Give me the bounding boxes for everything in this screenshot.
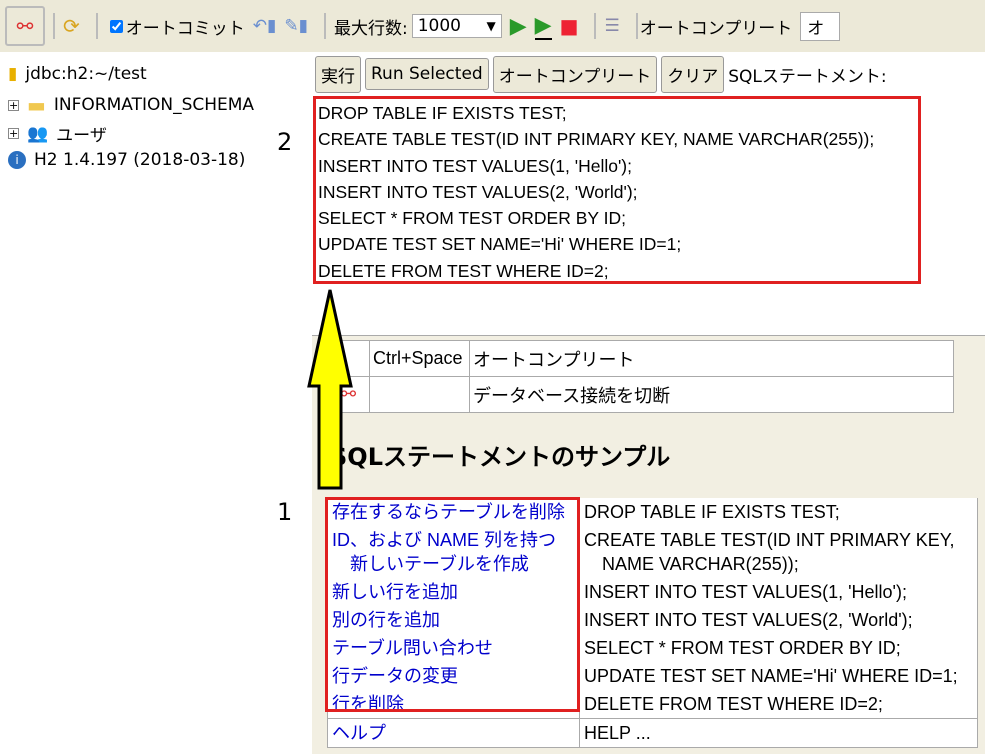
autocomplete-label: オートコンプリート — [639, 18, 793, 39]
version-label: H2 1.4.197 (2018-03-18) — [34, 150, 246, 170]
table-row: ID、および NAME 列を持つ 新しいテーブルを作成 CREATE TABLE … — [327, 526, 978, 578]
sample-sql-cell: UPDATE TEST SET NAME='Hi' WHERE ID=1; — [579, 662, 978, 690]
table-row: ヘルプ HELP ... — [327, 718, 978, 748]
help-link[interactable]: ヘルプ — [332, 723, 386, 743]
sample-link-cell: テーブル問い合わせ — [327, 634, 580, 662]
table-row: 行データの変更 UPDATE TEST SET NAME='Hi' WHERE I… — [327, 662, 978, 690]
expand-icon[interactable]: + — [8, 99, 19, 111]
clear-button[interactable]: クリア — [661, 55, 725, 93]
sample-link[interactable]: 別の行を追加 — [332, 610, 440, 630]
sample-link-cell: 行データの変更 — [327, 662, 580, 690]
rollback-icon[interactable]: ↶▮ — [253, 16, 277, 36]
key-cell — [369, 376, 470, 413]
users-icon: 👥 — [27, 123, 49, 144]
info-icon: i — [8, 151, 26, 169]
separator — [323, 13, 326, 39]
sample-link[interactable]: テーブル問い合わせ — [332, 638, 493, 658]
table-row: 存在するならテーブルを削除 DROP TABLE IF EXISTS TEST; — [327, 498, 978, 526]
tree-schema[interactable]: + ▬ INFORMATION_SCHEMA — [8, 93, 254, 117]
connection-label: jdbc:h2:~/test — [25, 64, 147, 84]
separator — [594, 13, 597, 39]
sample-link[interactable]: ID、および NAME 列を持つ 新しいテーブルを作成 — [332, 530, 556, 574]
run-selected-button[interactable]: Run Selected — [365, 58, 489, 90]
sample-link[interactable]: 存在するならテーブルを削除 — [332, 502, 565, 522]
query-button-bar: 実行 Run Selected オートコンプリート クリア SQLステートメント… — [312, 52, 985, 96]
sql-line: DELETE FROM TEST WHERE ID=2; — [318, 260, 609, 281]
sql-statement-label: SQLステートメント: — [728, 66, 887, 87]
sql-line: CREATE TABLE TEST(ID INT PRIMARY KEY, NA… — [318, 129, 875, 150]
stop-icon[interactable]: ■ — [560, 14, 579, 38]
schema-label: INFORMATION_SCHEMA — [53, 95, 255, 115]
autocommit-checkbox[interactable]: オートコミット — [106, 14, 245, 39]
disconnect-button[interactable]: ⚯ — [5, 6, 45, 46]
sql-line: INSERT INTO TEST VALUES(1, 'Hello'); — [318, 155, 633, 176]
sql-line: DROP TABLE IF EXISTS TEST; — [318, 103, 567, 123]
help-link-cell: ヘルプ — [327, 718, 580, 748]
sample-link-cell: ID、および NAME 列を持つ 新しいテーブルを作成 — [327, 526, 580, 578]
sql-line: SELECT * FROM TEST ORDER BY ID; — [318, 208, 626, 229]
tree-version: i H2 1.4.197 (2018-03-18) — [8, 150, 245, 170]
folder-icon: ▬ — [27, 93, 46, 117]
annotation-label-2: 2 — [277, 128, 293, 156]
database-icon: ▮ — [8, 64, 18, 84]
table-row: Ctrl+Space オートコンプリート — [337, 340, 954, 377]
sample-link-cell: 新しい行を追加 — [327, 578, 580, 606]
sql-line: UPDATE TEST SET NAME='Hi' WHERE ID=1; — [318, 234, 682, 255]
object-tree: ▮ jdbc:h2:~/test + ▬ INFORMATION_SCHEMA + 👥 ユ… — [0, 52, 312, 754]
sample-sql-cell: INSERT INTO TEST VALUES(2, 'World'); — [579, 606, 978, 634]
table-row: 別の行を追加 INSERT INTO TEST VALUES(2, 'World'… — [327, 606, 978, 634]
autocommit-label: オートコミット — [125, 18, 245, 39]
sample-link[interactable]: 新しい行を追加 — [332, 582, 458, 602]
history-icon[interactable]: ☰ — [604, 16, 619, 36]
sample-heading: SQLステートメントのサンプル — [330, 443, 671, 471]
sample-sql-cell: SELECT * FROM TEST ORDER BY ID; — [579, 634, 978, 662]
main-panel: 実行 Run Selected オートコンプリート クリア SQLステートメント… — [312, 52, 985, 754]
disconnect-icon: ⚯ — [16, 14, 34, 38]
sample-sql-cell: DROP TABLE IF EXISTS TEST; — [579, 498, 978, 526]
dropdown-arrow-icon: ▼ — [486, 19, 496, 33]
table-row: テーブル問い合わせ SELECT * FROM TEST ORDER BY ID; — [327, 634, 978, 662]
refresh-icon[interactable]: ⟳ — [63, 14, 80, 38]
max-rows-value: 1000 — [417, 16, 461, 36]
run-selected-icon[interactable]: ▶ — [534, 13, 552, 40]
run-button[interactable]: 実行 — [315, 55, 361, 93]
toolbar: ⚯ ⟳ オートコミット ↶▮ ✎▮ 最大行数: 1000 ▼ ▶ ▶ ■ ☰ オー… — [0, 0, 985, 52]
sample-table: 存在するならテーブルを削除 DROP TABLE IF EXISTS TEST; I… — [327, 498, 978, 748]
shortcut-table: Ctrl+Space オートコンプリート ⚯ データベース接続を切断 — [337, 340, 954, 413]
table-row: ⚯ データベース接続を切断 — [337, 376, 954, 413]
separator — [635, 13, 638, 39]
sample-link-cell: 別の行を追加 — [327, 606, 580, 634]
annotation-label-1: 1 — [277, 498, 293, 526]
sql-line: INSERT INTO TEST VALUES(2, 'World'); — [318, 181, 638, 202]
commit-icon[interactable]: ✎▮ — [284, 16, 308, 36]
users-label: ユーザ — [56, 126, 107, 146]
arrow-icon — [307, 289, 353, 490]
desc-cell: オートコンプリート — [469, 340, 954, 377]
key-cell: Ctrl+Space — [369, 340, 470, 377]
help-sql-cell: HELP ... — [579, 718, 978, 748]
sample-link-cell: 行を削除 — [327, 690, 580, 719]
sample-sql-cell: DELETE FROM TEST WHERE ID=2; — [579, 690, 978, 719]
desc-cell: データベース接続を切断 — [469, 376, 954, 413]
expand-icon[interactable]: + — [8, 128, 19, 139]
sample-link[interactable]: 行を削除 — [332, 694, 404, 714]
tree-connection[interactable]: ▮ jdbc:h2:~/test — [8, 64, 147, 84]
separator — [53, 13, 55, 39]
separator — [95, 13, 98, 39]
tree-users[interactable]: + 👥 ユーザ — [8, 121, 107, 146]
autocomplete-select[interactable]: オ — [800, 11, 841, 41]
sample-sql-cell: CREATE TABLE TEST(ID INT PRIMARY KEY, NA… — [579, 526, 978, 578]
autocomplete-button[interactable]: オートコンプリート — [492, 55, 658, 93]
max-rows-select[interactable]: 1000 ▼ — [411, 14, 502, 38]
sample-link-cell: 存在するならテーブルを削除 — [327, 498, 580, 526]
table-row: 行を削除 DELETE FROM TEST WHERE ID=2; — [327, 690, 978, 719]
max-rows-label: 最大行数: — [333, 18, 408, 39]
sample-sql-cell: INSERT INTO TEST VALUES(1, 'Hello'); — [579, 578, 978, 606]
sample-link[interactable]: 行データの変更 — [332, 666, 458, 686]
autocommit-check[interactable] — [109, 19, 123, 33]
sql-editor[interactable]: DROP TABLE IF EXISTS TEST; CREATE TABLE … — [312, 96, 985, 336]
run-icon[interactable]: ▶ — [510, 14, 527, 39]
table-row: 新しい行を追加 INSERT INTO TEST VALUES(1, 'Hello… — [327, 578, 978, 606]
